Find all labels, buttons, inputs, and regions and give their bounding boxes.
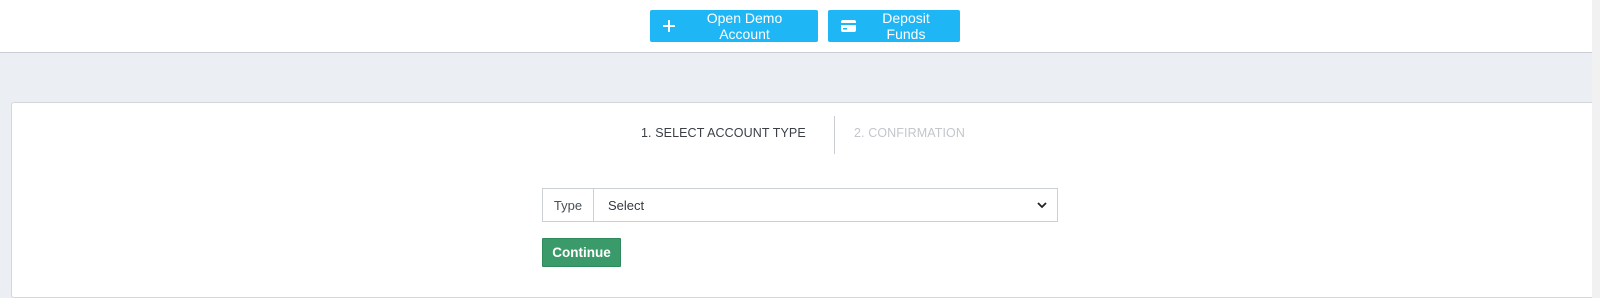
step-divider [834,116,835,154]
open-demo-account-label: Open Demo Account [706,10,783,42]
step-confirmation: 2. CONFIRMATION [854,126,965,140]
deposit-funds-button[interactable]: Deposit Funds [828,10,960,42]
account-type-field: Type Select [542,188,1058,222]
top-bar: Open Demo Account Deposit Funds [0,0,1600,53]
continue-button[interactable]: Continue [542,238,621,267]
step-select-account-type: 1. SELECT ACCOUNT TYPE [641,126,806,140]
account-type-selected-value: Select [608,197,645,213]
plus-icon [663,20,675,32]
wizard-steps: 1. SELECT ACCOUNT TYPE 2. CONFIRMATION [12,113,1597,154]
deposit-funds-label: Deposit Funds [882,10,930,42]
open-demo-account-button[interactable]: Open Demo Account [650,10,818,42]
type-label: Type [543,189,594,221]
credit-card-icon [841,20,856,32]
page-scrollbar[interactable] [1592,0,1600,298]
account-type-select[interactable]: Select [594,189,1057,221]
chevron-down-icon [1037,201,1047,209]
